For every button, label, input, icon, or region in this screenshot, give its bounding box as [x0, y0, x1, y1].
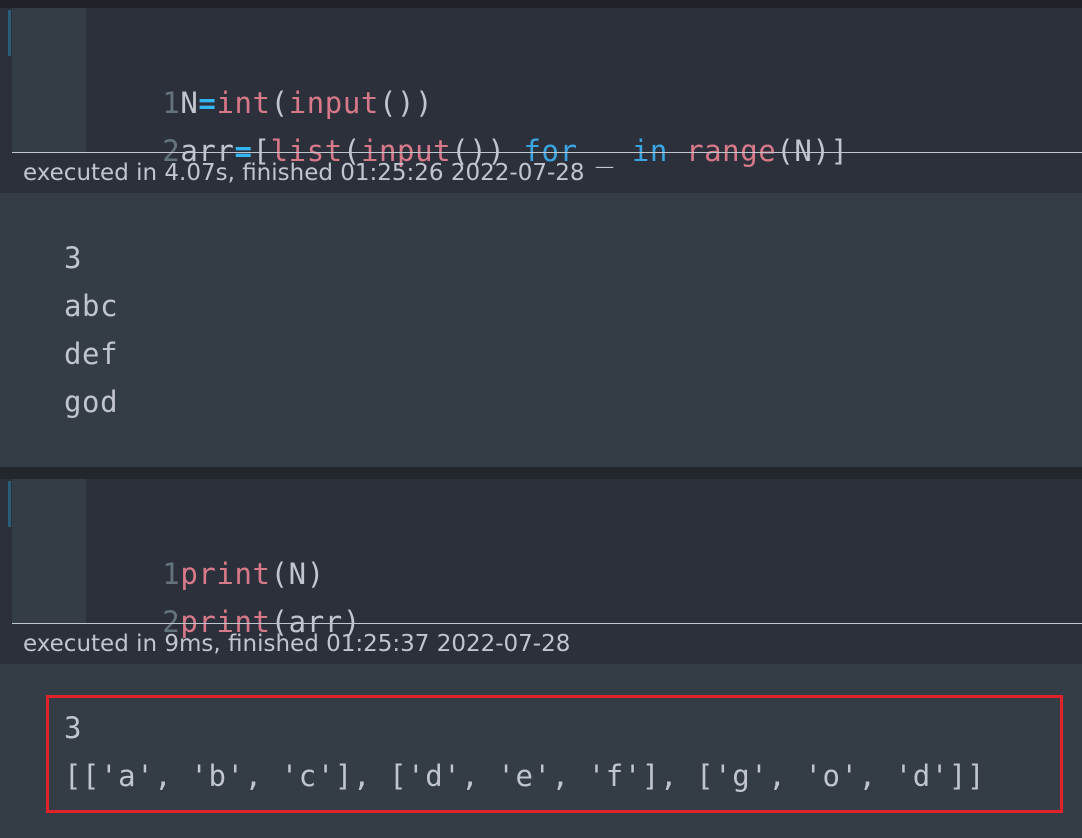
keyword: in [631, 134, 668, 168]
punctuation: (N)] [776, 134, 849, 168]
cell-focus-bar [8, 481, 11, 527]
highlight-box [46, 695, 1063, 813]
output-line: abc [64, 289, 119, 323]
output-area-1 [0, 193, 1082, 467]
output-line: god [64, 385, 119, 419]
execution-info: executed in 4.07s, finished 01:25:26 202… [23, 160, 585, 186]
code-cell-1[interactable]: 1N=int(input()) 2arr=[list(input()) for … [0, 8, 1082, 168]
cell-focus-bar [8, 10, 11, 56]
cell-gutter [12, 8, 86, 153]
code-cell-2[interactable]: 1print(N) 2print(arr) [0, 479, 1082, 639]
cell-gutter [12, 479, 86, 624]
cell-separator [0, 467, 1082, 479]
builtin-function: range [686, 134, 777, 168]
execution-info: executed in 9ms, finished 01:25:37 2022-… [23, 631, 571, 657]
identifier: _ [577, 134, 632, 168]
top-strip [0, 0, 1082, 8]
output-line: def [64, 337, 119, 371]
output-line: 3 [64, 241, 83, 275]
